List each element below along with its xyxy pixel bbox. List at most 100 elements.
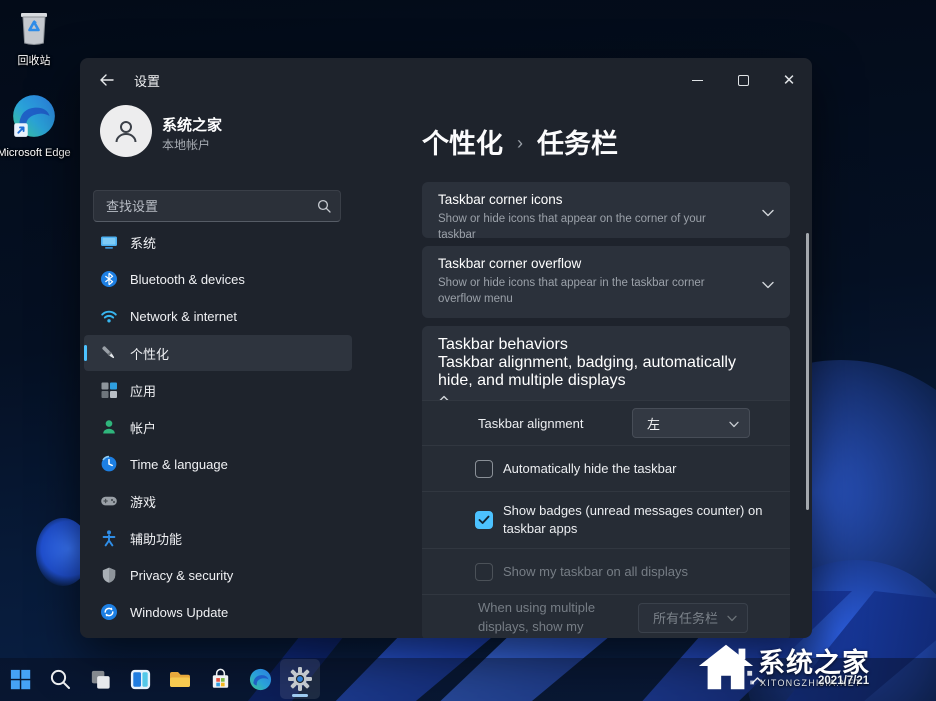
settings-button[interactable] <box>280 659 320 699</box>
widgets-icon <box>128 667 153 692</box>
chevron-down-icon <box>729 416 739 431</box>
row-show-badges: Show badges (unread messages counter) on… <box>422 491 790 548</box>
edge-desktop-icon[interactable]: Microsoft Edge <box>0 92 71 161</box>
sidebar-item-personalization[interactable]: 个性化 <box>84 335 352 371</box>
task-view-button[interactable] <box>80 659 120 699</box>
minimize-icon <box>692 80 703 81</box>
taskbar-alignment-label: Taskbar alignment <box>478 416 584 431</box>
row-taskbar-all-displays: Show my taskbar on all displays <box>422 548 790 594</box>
multiple-displays-dropdown: 所有任务栏 <box>638 603 748 633</box>
file-explorer-button[interactable] <box>160 659 200 699</box>
breadcrumb-parent[interactable]: 个性化 <box>422 122 503 161</box>
clock-icon <box>100 455 118 473</box>
titlebar: 设置 ✕ <box>80 58 812 102</box>
store-icon <box>208 667 233 692</box>
sidebar-item-accounts[interactable]: 帐户 <box>84 409 352 445</box>
chevron-down-icon <box>762 204 774 222</box>
maximize-button[interactable] <box>720 58 766 102</box>
sidebar-item-time-language[interactable]: Time & language <box>84 446 352 482</box>
search-box <box>93 190 341 222</box>
auto-hide-label: Automatically hide the taskbar <box>503 460 676 478</box>
update-refresh-icon <box>100 603 118 621</box>
gear-icon <box>287 666 313 692</box>
card-title: Taskbar corner overflow <box>438 256 746 271</box>
sidebar-item-system[interactable]: 系统 <box>84 224 352 260</box>
sidebar-item-windows-update[interactable]: Windows Update <box>84 594 352 630</box>
breadcrumb: 个性化 › 任务栏 <box>422 122 618 161</box>
sidebar-item-apps[interactable]: 应用 <box>84 372 352 408</box>
page-title: 任务栏 <box>537 122 618 161</box>
settings-cards: Taskbar corner icons Show or hide icons … <box>422 182 790 638</box>
taskbar-behaviors-header[interactable]: Taskbar behaviors Taskbar alignment, bad… <box>422 326 790 400</box>
watermark: 系统之家 XITONGZHIJIA.NET 2021/7/21 <box>696 635 934 697</box>
search-icon <box>317 199 331 218</box>
back-button[interactable] <box>90 65 122 95</box>
desktop: 回收站 Microsoft Edge 设置 <box>0 0 936 701</box>
sidebar-item-label: 辅助功能 <box>130 529 182 548</box>
sidebar-item-gaming[interactable]: 游戏 <box>84 483 352 519</box>
folder-icon <box>167 666 193 692</box>
sidebar-item-label: Privacy & security <box>130 568 233 583</box>
search-input[interactable] <box>94 191 340 221</box>
card-description: Taskbar alignment, badging, automaticall… <box>438 354 746 390</box>
multiple-displays-label: When using multiple displays, show my <box>478 599 628 637</box>
close-button[interactable]: ✕ <box>766 58 812 102</box>
watermark-date: 2021/7/21 <box>818 675 869 687</box>
settings-window: 设置 ✕ 系统之家 本地帐户 系统 <box>80 58 812 638</box>
window-title: 设置 <box>134 71 160 90</box>
profile-account-type: 本地帐户 <box>162 136 210 153</box>
all-displays-label: Show my taskbar on all displays <box>503 563 688 581</box>
microsoft-edge-icon <box>248 667 273 692</box>
task-view-icon <box>88 667 113 692</box>
auto-hide-checkbox[interactable] <box>475 460 493 478</box>
show-badges-checkbox[interactable] <box>475 511 493 529</box>
sidebar-item-label: Windows Update <box>130 605 228 620</box>
microsoft-store-button[interactable] <box>200 659 240 699</box>
windows-logo-icon <box>8 667 33 692</box>
maximize-icon <box>738 75 749 86</box>
minimize-button[interactable] <box>674 58 720 102</box>
shield-icon <box>100 566 118 584</box>
all-displays-checkbox <box>475 563 493 581</box>
card-taskbar-corner-overflow[interactable]: Taskbar corner overflow Show or hide ico… <box>422 246 790 318</box>
microsoft-edge-icon <box>10 92 58 145</box>
sidebar-nav: 系统 Bluetooth & devices Network & interne… <box>84 224 352 631</box>
gamepad-icon <box>100 492 118 510</box>
avatar <box>100 105 152 157</box>
sidebar-item-network-internet[interactable]: Network & internet <box>84 298 352 334</box>
sidebar-item-privacy-security[interactable]: Privacy & security <box>84 557 352 593</box>
bluetooth-icon <box>100 270 118 288</box>
sidebar-item-label: Bluetooth & devices <box>130 272 245 287</box>
card-description: Show or hide icons that appear on the co… <box>438 211 746 243</box>
system-icon <box>100 233 118 251</box>
microsoft-edge-button[interactable] <box>240 659 280 699</box>
wifi-icon <box>100 307 118 325</box>
row-multiple-displays: When using multiple displays, show my 所有… <box>422 594 790 638</box>
row-taskbar-alignment: Taskbar alignment 左 <box>422 400 790 445</box>
chevron-down-icon <box>727 610 737 625</box>
widgets-button[interactable] <box>120 659 160 699</box>
watermark-house-logo <box>696 641 756 698</box>
start-button[interactable] <box>0 659 40 699</box>
recycle-bin-desktop-icon[interactable]: 回收站 <box>0 6 71 69</box>
sidebar-item-accessibility[interactable]: 辅助功能 <box>84 520 352 556</box>
taskbar-alignment-dropdown[interactable]: 左 <box>632 408 750 438</box>
desktop-icon-label: Microsoft Edge <box>0 147 71 161</box>
show-badges-label: Show badges (unread messages counter) on… <box>503 502 781 537</box>
sidebar-item-label: 系统 <box>130 233 156 252</box>
sidebar-item-label: 应用 <box>130 381 156 400</box>
card-taskbar-corner-icons[interactable]: Taskbar corner icons Show or hide icons … <box>422 182 790 238</box>
sidebar-item-label: Time & language <box>130 457 228 472</box>
apps-grid-icon <box>100 381 118 399</box>
sidebar-item-bluetooth-devices[interactable]: Bluetooth & devices <box>84 261 352 297</box>
scrollbar[interactable] <box>806 233 809 510</box>
recycle-bin-icon <box>14 6 54 53</box>
desktop-icon-label: 回收站 <box>18 55 51 69</box>
card-title: Taskbar corner icons <box>438 192 746 207</box>
close-icon: ✕ <box>783 71 796 89</box>
search-icon <box>48 667 72 691</box>
sidebar-item-label: 游戏 <box>130 492 156 511</box>
sidebar-item-label: 个性化 <box>130 344 169 363</box>
card-taskbar-behaviors: Taskbar behaviors Taskbar alignment, bad… <box>422 326 790 638</box>
taskbar-search-button[interactable] <box>40 659 80 699</box>
